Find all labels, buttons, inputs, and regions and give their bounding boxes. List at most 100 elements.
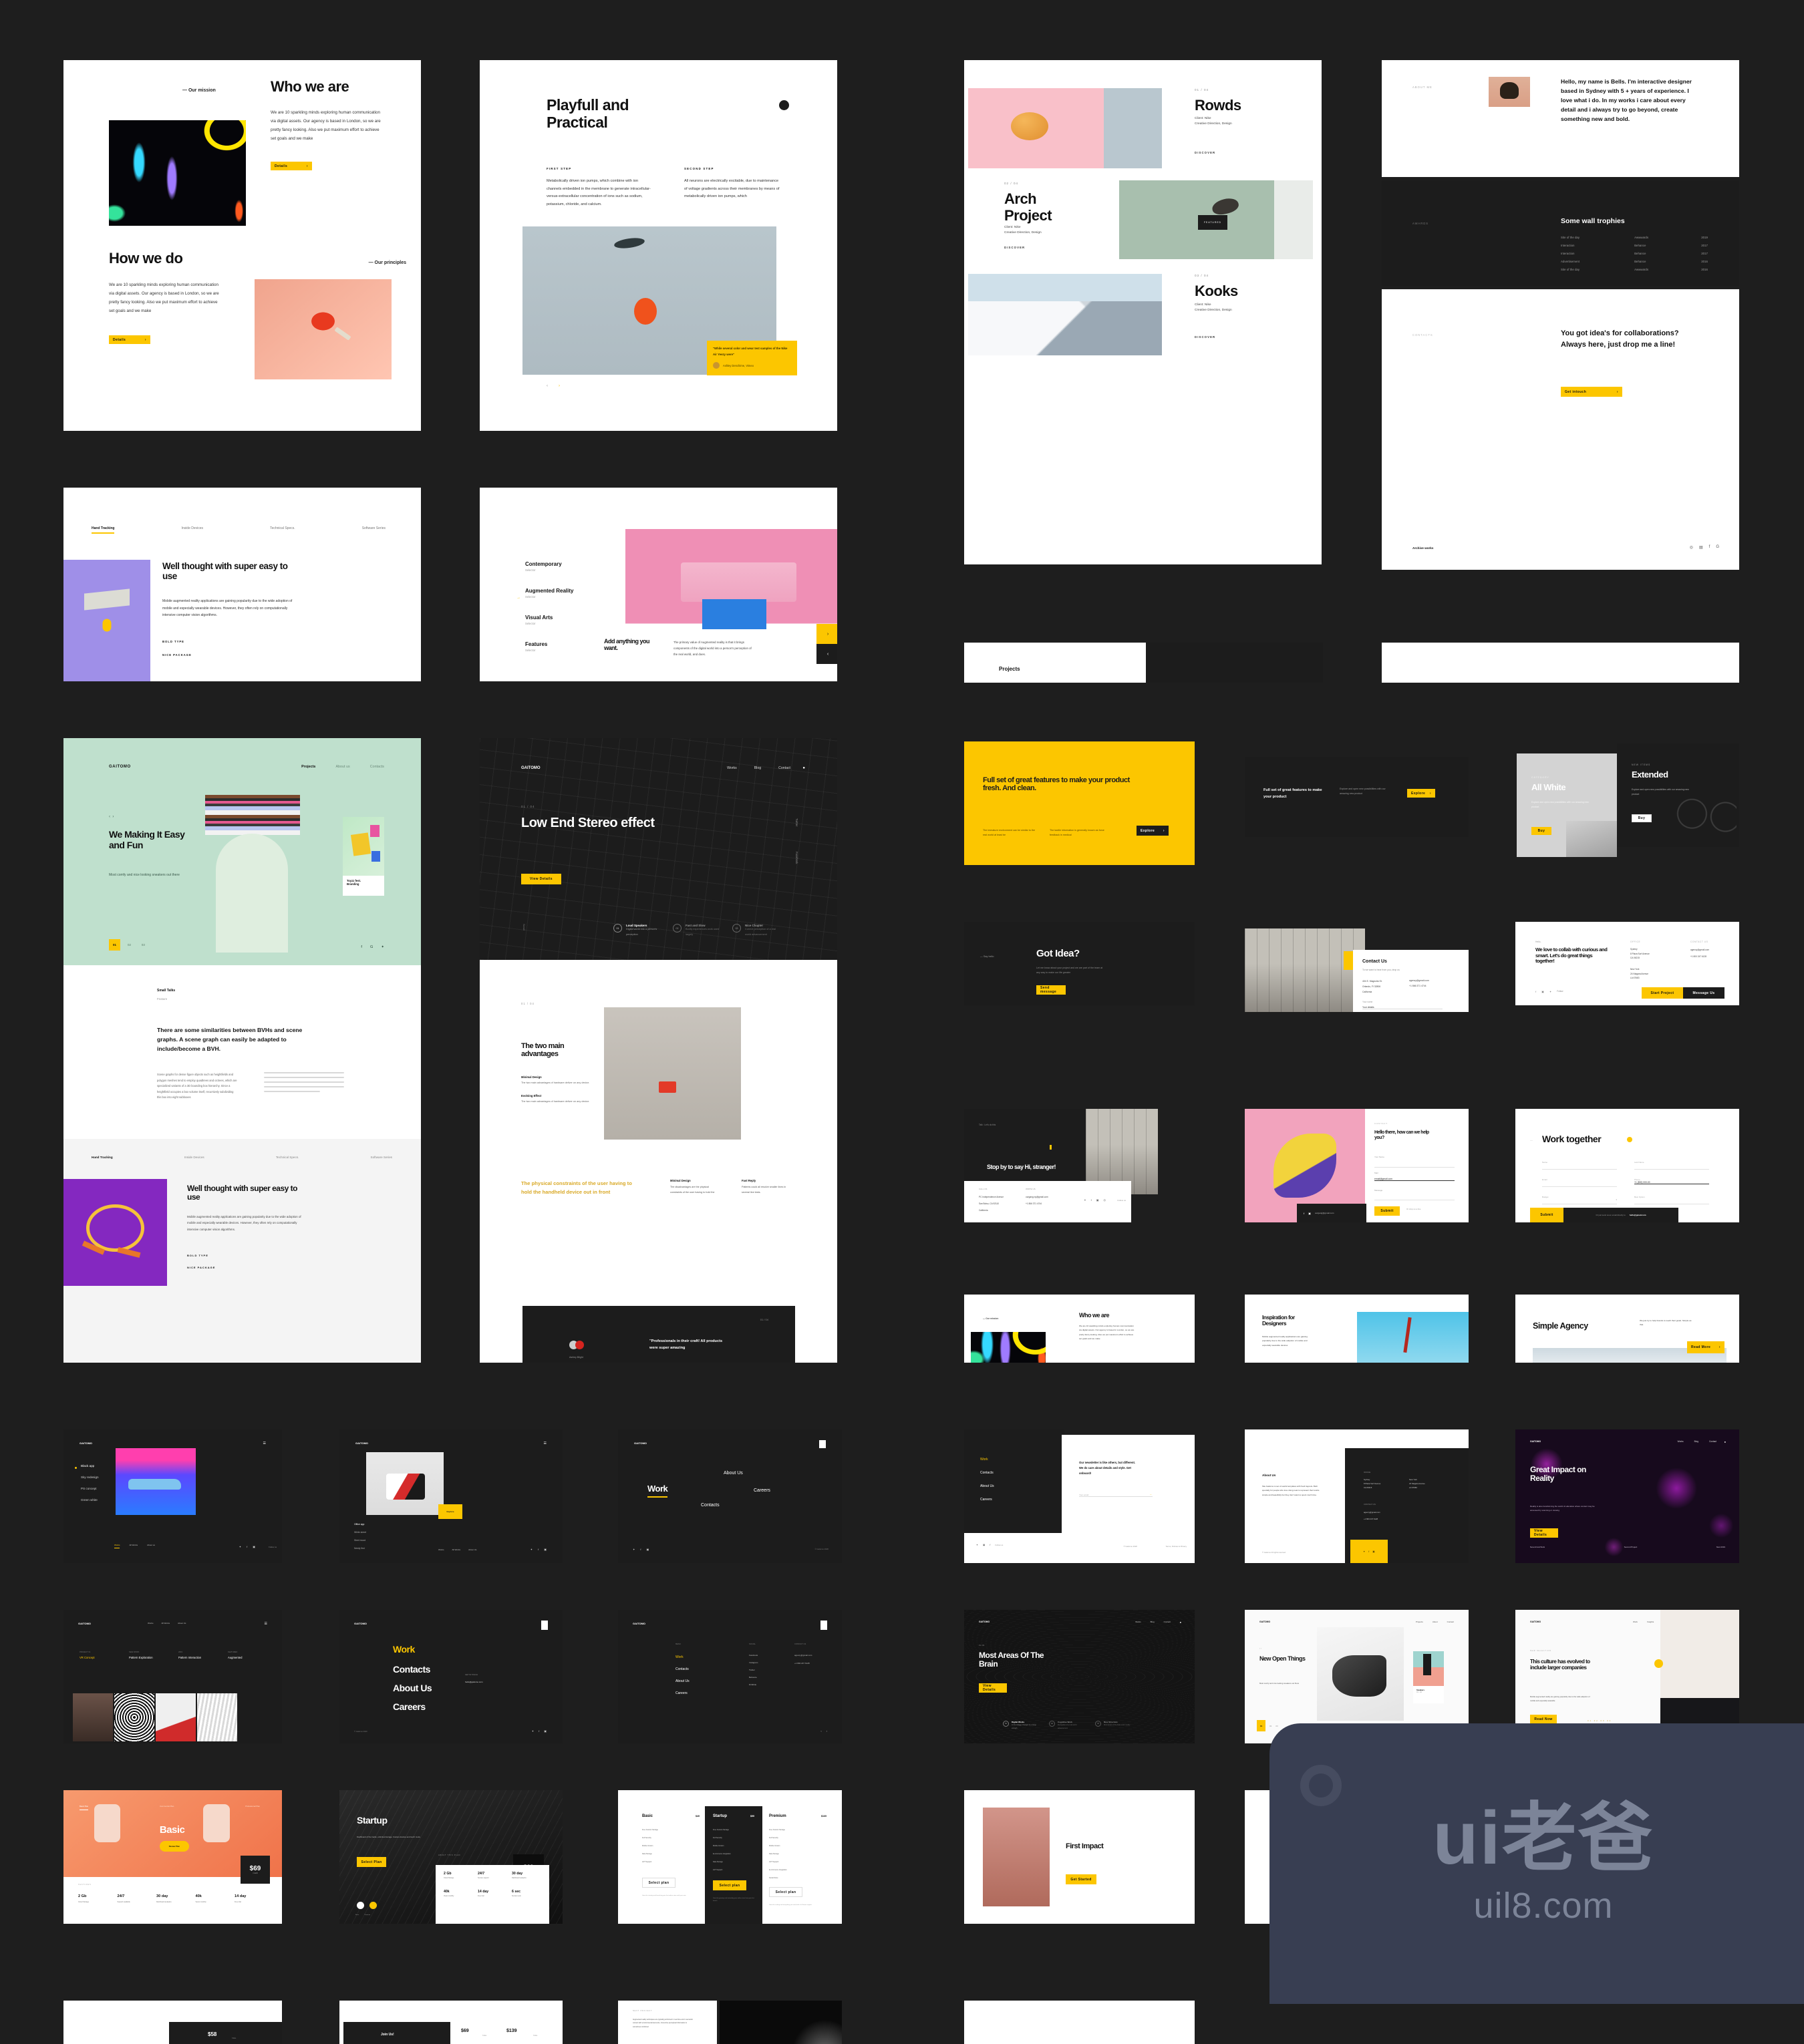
contact-cta-card[interactable]: CONTACTS You got idea's for collaboratio… [1382, 289, 1739, 570]
behance-icon[interactable]: ◎ [1690, 545, 1693, 550]
pricing-basic-tab-1[interactable]: Commercial Plan [160, 1805, 174, 1810]
menu-contacts-card[interactable]: GAITOMO MENU Work Contacts About Us Care… [618, 1610, 842, 1743]
menu-contacts-item-3[interactable]: Careers [675, 1691, 690, 1695]
instagram-icon[interactable]: ▣ [544, 1729, 547, 1733]
agency-pager-0[interactable]: 01 [109, 939, 120, 951]
agency-footer-link-two[interactable]: NICE PACKAGE [187, 1266, 215, 1269]
dribbble-icon[interactable]: ▤ [1699, 545, 1703, 550]
brain-view-details-button[interactable]: View Details [979, 1683, 1007, 1693]
newsletter-item-0[interactable]: Work [980, 1458, 988, 1462]
categories-next-button[interactable]: › [816, 624, 837, 644]
menu-contacts-item-0[interactable]: Work [675, 1655, 690, 1659]
pricing-basic-tab-0[interactable]: Basic Plan [80, 1805, 89, 1810]
next-icon[interactable]: › [826, 1729, 827, 1733]
great-impact-tab-0[interactable]: New Arrival Work [1530, 1546, 1545, 1548]
menu-contacts-social-0[interactable]: Facebook [749, 1654, 758, 1657]
arrow-right-icon[interactable]: → [1149, 1492, 1152, 1496]
facebook-icon[interactable]: f [640, 1548, 641, 1551]
work-menu-item-2[interactable]: Careers [754, 1488, 770, 1493]
stereo-page-thumbnail[interactable]: GAITOMO Works Blog Contact ● 01 / 04 Low… [480, 738, 837, 1363]
black-app-logo[interactable]: GAITOMO [80, 1441, 92, 1445]
work-together-submit-button[interactable]: Submit [1530, 1208, 1563, 1222]
menu-contacts-item-1[interactable]: Contacts [675, 1667, 690, 1671]
culture-read-now-button[interactable]: Read Now [1530, 1715, 1557, 1723]
office-app-footer-tab-0[interactable]: Works [438, 1548, 444, 1551]
agency-footer-tab-0[interactable]: Hand Tracking [92, 1156, 113, 1159]
newsletter-item-2[interactable]: About Us [980, 1484, 994, 1488]
new-open-nav-0[interactable]: Projects [1416, 1621, 1423, 1623]
agency-footer-tab-3[interactable]: Software Series [371, 1156, 392, 1159]
culture-pager[interactable]: 01 02 03 04 [1588, 1720, 1612, 1722]
google-icon[interactable]: G [1716, 545, 1719, 550]
big-menu-side-mail[interactable]: hello@gaitomo.com [465, 1681, 483, 1683]
agency-logo[interactable]: GAITOMO [109, 765, 131, 769]
plan-2-select-button[interactable]: Select plan [769, 1887, 802, 1897]
projects-tab-label[interactable]: Projects [999, 666, 1020, 672]
instagram-icon[interactable]: ▣ [1308, 1212, 1311, 1215]
pricing-startup-toggle-premium[interactable] [369, 1902, 377, 1909]
black-app-footer-tab-0[interactable]: Works [114, 1544, 120, 1548]
menu-icon[interactable]: ☰ [265, 1622, 267, 1626]
stop-by-email[interactable]: ourgang.ny@gmail.com [1026, 1196, 1048, 1198]
menu-contacts-social-4[interactable]: Dribbble [749, 1683, 758, 1686]
great-impact-nav-2[interactable]: Contact [1709, 1440, 1716, 1443]
black-app-footer-tab-2[interactable]: About us [147, 1544, 155, 1548]
twitter-icon[interactable]: ✦ [976, 1544, 978, 1546]
close-icon[interactable] [541, 1621, 548, 1630]
work-together-field-input-2[interactable] [1542, 1181, 1617, 1187]
playful-prev-button[interactable]: ‹ [547, 384, 548, 388]
categories-prev-button[interactable]: ‹ [816, 644, 837, 664]
user-icon[interactable]: ● [802, 766, 805, 770]
about-page-thumbnail[interactable]: — Our mission Who we are We are 10 spark… [63, 60, 421, 431]
vr-nav-1[interactable]: All Works [161, 1622, 170, 1625]
stereo-view-details-button[interactable]: View Details [521, 874, 561, 884]
collab-message-button[interactable]: Message Us [1683, 987, 1724, 999]
pricing-basic-review-button[interactable]: Review Plan [159, 1841, 189, 1852]
project-cta-2[interactable]: DISCOVER [1004, 246, 1025, 249]
product-tab-2[interactable]: Technical Specs. [270, 526, 295, 534]
new-open-pager-2[interactable]: 03 [1275, 1725, 1277, 1727]
vr-logo[interactable]: GAITOMO [78, 1622, 91, 1625]
brain-card[interactable]: GAITOMO Works Blog Contact ● 01 / 04 Mos… [964, 1610, 1195, 1743]
contact-us-phone[interactable]: +1 866 371 4744 [1409, 985, 1426, 987]
hello-form-submit-button[interactable]: Submit [1374, 1206, 1400, 1216]
brain-nav-2[interactable]: Contact [1164, 1621, 1171, 1623]
agency-nav-2[interactable]: Contacts [370, 765, 384, 769]
stereo-logo[interactable]: GAITOMO [521, 766, 541, 770]
work-together-field-input-5[interactable] [1634, 1198, 1709, 1204]
culture-play-badge-icon[interactable] [1654, 1659, 1663, 1668]
split-right-buy-button[interactable]: Buy [1632, 814, 1652, 822]
menu-contacts-social-1[interactable]: Instagram [749, 1661, 758, 1664]
office-app-menu-0[interactable]: Office app [354, 1523, 366, 1526]
product-tab-3[interactable]: Software Series [362, 526, 386, 534]
close-icon[interactable] [819, 1440, 826, 1448]
instagram-icon[interactable]: ▣ [544, 1548, 547, 1551]
facebook-icon[interactable]: f [1709, 545, 1710, 550]
office-app-footer-tab-1[interactable]: All Works [452, 1548, 460, 1551]
newsletter-menu-card[interactable]: Work Contacts About Us Careers Our newsl… [964, 1429, 1195, 1563]
category-title-3[interactable]: Features [525, 641, 573, 647]
got-idea-card[interactable]: — Say hello Got Idea? Let me know about … [964, 922, 1195, 1005]
stereo-nav-0[interactable]: Works [727, 766, 737, 770]
great-impact-tab-2[interactable]: Next 2019 [1716, 1546, 1725, 1548]
pricing-startup-card[interactable]: Startup Dashboard of the tracks, unlimit… [339, 1790, 563, 1924]
stop-by-phone[interactable]: +1 866 371 4744 [1026, 1202, 1042, 1205]
instagram-icon[interactable]: ▣ [1372, 1550, 1374, 1553]
projects-tab-strip[interactable]: Projects [964, 643, 1146, 683]
newsletter-item-1[interactable]: Contacts [980, 1471, 994, 1475]
agency-pager-2[interactable]: 03 [138, 943, 148, 947]
bottom-price-card-1[interactable]: $58 / mo. [63, 2001, 282, 2044]
great-impact-nav-0[interactable]: Works [1678, 1440, 1684, 1443]
work-together-field-input-3[interactable]: +1 (800) 000-00 [1634, 1181, 1709, 1184]
work-menu-item-3[interactable]: Contacts [701, 1503, 720, 1508]
stereo-side-label-0[interactable]: Twitter [795, 818, 798, 826]
instagram-icon[interactable]: ▣ [253, 1545, 255, 1548]
plan-0-select-button[interactable]: Select plan [642, 1878, 675, 1888]
twitter-icon[interactable]: ✦ [381, 945, 384, 949]
bottom-price-card-2[interactable]: Join Us! $69 / mo. $139 / mo. [339, 2001, 563, 2044]
twitter-icon[interactable]: ✦ [633, 1548, 635, 1551]
black-app-menu-1[interactable]: Sky redesign [81, 1476, 99, 1479]
split-left-buy-button[interactable]: Buy [1531, 827, 1551, 835]
plan-1-select-button[interactable]: Select plan [713, 1880, 746, 1890]
stereo-side-label-1[interactable]: Facebook [795, 852, 798, 864]
